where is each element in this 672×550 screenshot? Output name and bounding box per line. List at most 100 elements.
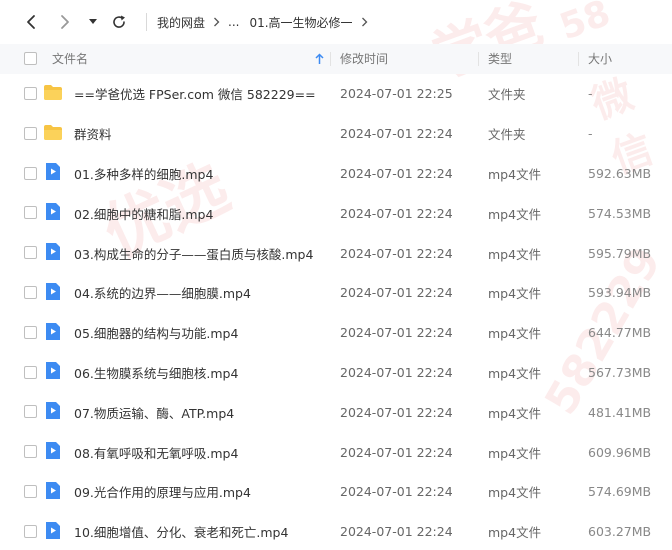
file-modified: 2024-07-01 22:24 bbox=[340, 285, 453, 301]
file-name[interactable]: 02.细胞中的糖和脂.mp4 bbox=[74, 193, 213, 233]
file-type: mp4文件 bbox=[488, 326, 542, 342]
file-type: 文件夹 bbox=[488, 87, 526, 103]
file-row[interactable]: 群资料 2024-07-01 22:24 文件夹 - bbox=[0, 114, 672, 154]
file-modified: 2024-07-01 22:24 bbox=[340, 325, 453, 341]
column-divider[interactable] bbox=[330, 52, 331, 66]
file-modified: 2024-07-01 22:24 bbox=[340, 484, 453, 500]
file-size: 592.63MB bbox=[588, 165, 652, 181]
breadcrumb: 我的网盘 ... 01.高一生物必修一 bbox=[157, 14, 376, 31]
file-modified: 2024-07-01 22:24 bbox=[340, 205, 453, 221]
row-checkbox[interactable] bbox=[24, 524, 37, 538]
row-checkbox[interactable] bbox=[24, 246, 37, 260]
file-size: 644.77MB bbox=[588, 325, 652, 341]
video-file-icon bbox=[45, 322, 61, 344]
row-checkbox[interactable] bbox=[24, 87, 37, 100]
file-modified: 2024-07-01 22:24 bbox=[340, 364, 453, 380]
file-row[interactable]: 10.细胞增值、分化、衰老和死亡.mp4 2024-07-01 22:24 mp… bbox=[0, 512, 672, 550]
file-size: 603.27MB bbox=[588, 524, 652, 540]
file-name[interactable]: 09.光合作用的原理与应用.mp4 bbox=[74, 472, 251, 512]
file-name[interactable]: 01.多种多样的细胞.mp4 bbox=[74, 154, 213, 194]
file-name[interactable]: ==学爸优选 FPSer.com 微信 582229== bbox=[74, 74, 316, 114]
column-header-modified[interactable]: 修改时间 bbox=[340, 44, 388, 74]
video-file-icon bbox=[45, 202, 61, 224]
file-name[interactable]: 04.系统的边界——细胞膜.mp4 bbox=[74, 273, 251, 313]
video-file-icon bbox=[45, 282, 61, 304]
file-row[interactable]: 06.生物膜系统与细胞核.mp4 2024-07-01 22:24 mp4文件 … bbox=[0, 353, 672, 393]
file-size: 567.73MB bbox=[588, 364, 652, 380]
file-name[interactable]: 03.构成生命的分子——蛋白质与核酸.mp4 bbox=[74, 233, 313, 273]
history-dropdown[interactable] bbox=[86, 9, 100, 35]
row-checkbox[interactable] bbox=[24, 485, 37, 498]
breadcrumb-current[interactable]: 01.高一生物必修一 bbox=[249, 14, 352, 31]
folder-icon bbox=[43, 124, 63, 144]
column-divider[interactable] bbox=[478, 52, 479, 66]
video-file-icon bbox=[45, 521, 61, 543]
video-file-icon bbox=[45, 441, 61, 463]
back-button[interactable] bbox=[18, 9, 44, 35]
video-file-icon bbox=[45, 242, 61, 264]
chevron-right-icon bbox=[61, 15, 69, 29]
column-header-name[interactable]: 文件名 bbox=[52, 44, 88, 74]
file-name[interactable]: 08.有氧呼吸和无氧呼吸.mp4 bbox=[74, 432, 238, 472]
file-size: 609.96MB bbox=[588, 444, 652, 460]
file-row[interactable]: 08.有氧呼吸和无氧呼吸.mp4 2024-07-01 22:24 mp4文件 … bbox=[0, 432, 672, 472]
row-checkbox[interactable] bbox=[24, 166, 37, 180]
column-header-size[interactable]: 大小 bbox=[588, 44, 612, 74]
file-row[interactable]: 05.细胞器的结构与功能.mp4 2024-07-01 22:24 mp4文件 … bbox=[0, 313, 672, 353]
file-row[interactable]: 03.构成生命的分子——蛋白质与核酸.mp4 2024-07-01 22:24 … bbox=[0, 233, 672, 273]
refresh-button[interactable] bbox=[106, 9, 132, 35]
file-name[interactable]: 06.生物膜系统与细胞核.mp4 bbox=[74, 353, 238, 393]
row-checkbox[interactable] bbox=[24, 365, 37, 379]
folder-icon bbox=[43, 84, 63, 104]
navigation-bar: 我的网盘 ... 01.高一生物必修一 bbox=[0, 0, 672, 44]
chevron-right-icon bbox=[361, 17, 368, 27]
file-name[interactable]: 05.细胞器的结构与功能.mp4 bbox=[74, 313, 238, 353]
file-modified: 2024-07-01 22:24 bbox=[340, 404, 453, 420]
row-checkbox[interactable] bbox=[24, 286, 37, 299]
file-type: mp4文件 bbox=[488, 405, 542, 421]
file-name[interactable]: 群资料 bbox=[74, 114, 112, 154]
file-size: 481.41MB bbox=[588, 404, 652, 420]
chevron-left-icon bbox=[27, 15, 35, 29]
forward-button[interactable] bbox=[52, 9, 78, 35]
file-size: - bbox=[588, 86, 593, 102]
row-checkbox[interactable] bbox=[24, 126, 37, 140]
sort-arrow-icon[interactable] bbox=[315, 44, 324, 74]
file-name[interactable]: 10.细胞增值、分化、衰老和死亡.mp4 bbox=[74, 512, 288, 550]
caret-down-icon bbox=[89, 19, 97, 24]
video-file-icon bbox=[45, 481, 61, 503]
file-row[interactable]: 04.系统的边界——细胞膜.mp4 2024-07-01 22:24 mp4文件… bbox=[0, 273, 672, 313]
toolbar-divider bbox=[146, 13, 147, 31]
row-checkbox[interactable] bbox=[24, 405, 37, 419]
video-file-icon bbox=[45, 162, 61, 184]
chevron-right-icon bbox=[213, 17, 220, 27]
file-modified: 2024-07-01 22:25 bbox=[340, 86, 453, 102]
file-row[interactable]: 02.细胞中的糖和脂.mp4 2024-07-01 22:24 mp4文件 57… bbox=[0, 193, 672, 233]
file-size: 574.69MB bbox=[588, 484, 652, 500]
file-modified: 2024-07-01 22:24 bbox=[340, 444, 453, 460]
file-modified: 2024-07-01 22:24 bbox=[340, 524, 453, 540]
file-row[interactable]: ==学爸优选 FPSer.com 微信 582229== 2024-07-01 … bbox=[0, 74, 672, 114]
breadcrumb-root[interactable]: 我的网盘 bbox=[157, 14, 205, 31]
column-divider[interactable] bbox=[578, 52, 579, 66]
file-size: 595.79MB bbox=[588, 245, 652, 261]
file-row[interactable]: 07.物质运输、酶、ATP.mp4 2024-07-01 22:24 mp4文件… bbox=[0, 392, 672, 432]
column-header-type[interactable]: 类型 bbox=[488, 44, 512, 74]
row-checkbox[interactable] bbox=[24, 206, 37, 220]
file-type: mp4文件 bbox=[488, 445, 542, 461]
refresh-icon bbox=[113, 15, 125, 28]
row-checkbox[interactable] bbox=[24, 325, 37, 339]
file-row[interactable]: 01.多种多样的细胞.mp4 2024-07-01 22:24 mp4文件 59… bbox=[0, 154, 672, 194]
file-type: 文件夹 bbox=[488, 127, 526, 143]
file-modified: 2024-07-01 22:24 bbox=[340, 245, 453, 261]
video-file-icon bbox=[45, 361, 61, 383]
file-type: mp4文件 bbox=[488, 166, 542, 182]
file-size: - bbox=[588, 126, 593, 142]
row-checkbox[interactable] bbox=[24, 445, 37, 459]
breadcrumb-ellipsis[interactable]: ... bbox=[228, 15, 239, 29]
file-name[interactable]: 07.物质运输、酶、ATP.mp4 bbox=[74, 392, 234, 432]
file-row[interactable]: 09.光合作用的原理与应用.mp4 2024-07-01 22:24 mp4文件… bbox=[0, 472, 672, 512]
select-all-checkbox[interactable] bbox=[24, 52, 37, 65]
file-modified: 2024-07-01 22:24 bbox=[340, 165, 453, 181]
file-type: mp4文件 bbox=[488, 206, 542, 222]
